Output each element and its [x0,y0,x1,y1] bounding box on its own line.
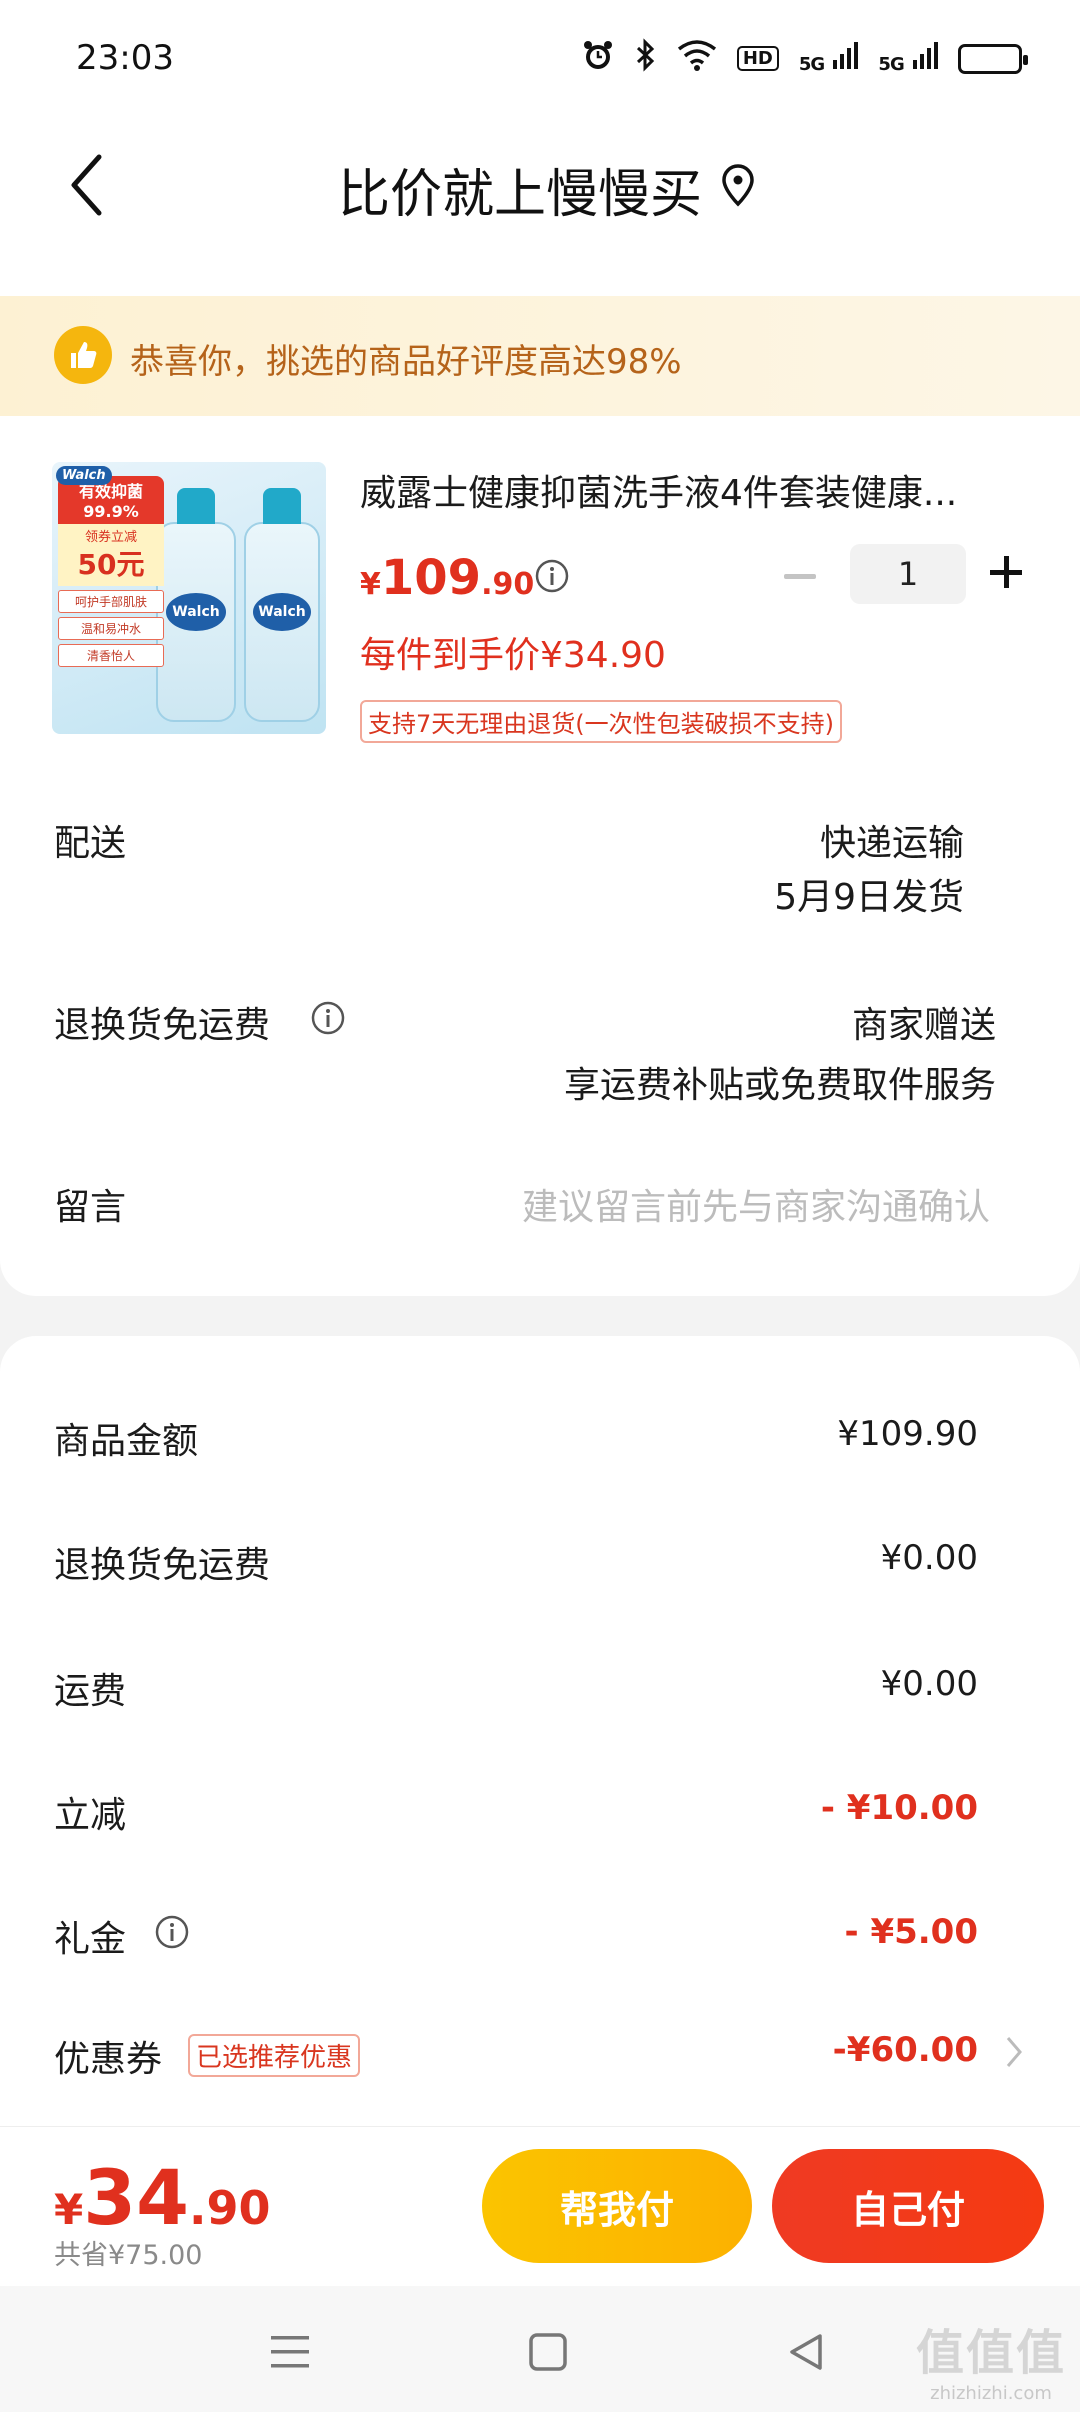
product-price: ¥109.90 [360,550,535,606]
cost-label: 运费 [54,1671,127,1712]
promo-tag: 呵护手部肌肤 [58,590,164,613]
return-shipping-detail: 享运费补贴或免费取件服务 [563,1065,996,1106]
cost-value: ¥0.00 [880,1664,978,1704]
return-policy-tag: 支持7天无理由退货(一次性包装破损不支持) [360,700,842,743]
system-nav-bar: 值值值 zhizhizhi.com [0,2286,1080,2412]
status-icons: HD 5G 5G [581,38,1028,79]
status-time: 23:03 [76,38,174,78]
unit-price: 每件到手价¥34.90 [360,635,666,676]
order-card: Walch Walch 有效抑菌 99.9% 领券立减 50元 呵护手部肌肤 温… [0,416,1080,1296]
info-icon[interactable] [154,1914,190,1950]
quantity-input[interactable]: 1 [850,544,966,604]
cost-label: 商品金额 [54,1421,199,1462]
saved-amount: 共省¥75.00 [54,2240,203,2271]
watermark: 值值值 zhizhizhi.com [916,2325,1067,2404]
cost-breakdown: 商品金额 ¥109.90 退换货免运费 ¥0.00 运费 ¥0.00 立减 - … [0,1336,1080,2126]
rating-banner: 恭喜你，挑选的商品好评度高达98% [0,296,1080,416]
alarm-icon [581,38,615,79]
help-me-pay-button[interactable]: 帮我付 [482,2149,752,2263]
info-icon[interactable] [310,1000,346,1036]
promo-coupon: 领券立减 50元 [58,524,164,586]
cost-value: ¥109.90 [837,1414,978,1454]
total-price: ¥34.90 [54,2153,271,2242]
promo-tag: 清香怡人 [58,644,164,667]
discount-value: - ¥10.00 [820,1788,978,1828]
coupon-value[interactable]: -¥60.00 [833,2030,978,2070]
battery-icon [958,43,1028,74]
signal-5g-icon: 5G [878,40,938,77]
cost-label: 礼金 [54,1919,127,1960]
promo-tag: 温和易冲水 [58,617,164,640]
quantity-increase-button[interactable] [988,554,1024,590]
back-nav-icon[interactable] [776,2322,836,2382]
delivery-label: 配送 [54,823,127,864]
bottle-graphic: Walch [156,488,236,722]
coupon-label[interactable]: 优惠券 [54,2030,162,2082]
chevron-right-icon[interactable] [1004,2034,1024,2070]
message-label: 留言 [54,1187,127,1228]
checkout-bar: ¥34.90 共省¥75.00 帮我付 自己付 [0,2126,1080,2286]
bluetooth-icon [635,38,657,79]
wifi-icon [677,39,717,78]
product-name[interactable]: 威露士健康抑菌洗手液4件套装健康... [360,464,1000,516]
pay-myself-button[interactable]: 自己付 [772,2149,1044,2263]
home-nav-icon[interactable] [518,2322,578,2382]
location-pin-icon[interactable] [718,164,758,208]
return-shipping-label: 退换货免运费 [54,1005,271,1046]
cost-label: 立减 [54,1795,127,1836]
menu-nav-icon[interactable] [260,2322,320,2382]
hd-icon: HD [736,46,779,71]
header-divider [0,250,1080,296]
product-bottles: Walch Walch [136,462,326,734]
delivery-method: 快递运输 [819,823,964,864]
gift-value: - ¥5.00 [844,1912,979,1952]
status-bar: 23:03 HD 5G 5G [0,0,1080,120]
banner-text: 恭喜你，挑选的商品好评度高达98% [130,342,682,382]
bottle-graphic: Walch [244,488,320,722]
price-info-icon[interactable] [534,558,570,594]
page-title: 比价就上慢慢买 [337,165,702,225]
brand-logo: Walch [56,466,112,485]
promo-badge: 有效抑菌 99.9% 领券立减 50元 呵护手部肌肤 温和易冲水 清香怡人 [58,476,164,728]
header: 比价就上慢慢买 [0,120,1080,250]
return-shipping-value: 商家赠送 [851,1005,996,1046]
product-image[interactable]: Walch Walch 有效抑菌 99.9% 领券立减 50元 呵护手部肌肤 温… [52,462,326,734]
thumbs-up-icon [54,326,112,384]
message-input[interactable]: 建议留言前先与商家沟通确认 [522,1178,990,1230]
cost-label: 退换货免运费 [54,1545,271,1586]
cost-value: ¥0.00 [880,1538,978,1578]
coupon-tag: 已选推荐优惠 [188,2034,361,2077]
delivery-date: 5月9日发货 [774,877,964,918]
signal-5g-icon: 5G [799,40,859,77]
quantity-decrease-button[interactable] [784,574,816,579]
